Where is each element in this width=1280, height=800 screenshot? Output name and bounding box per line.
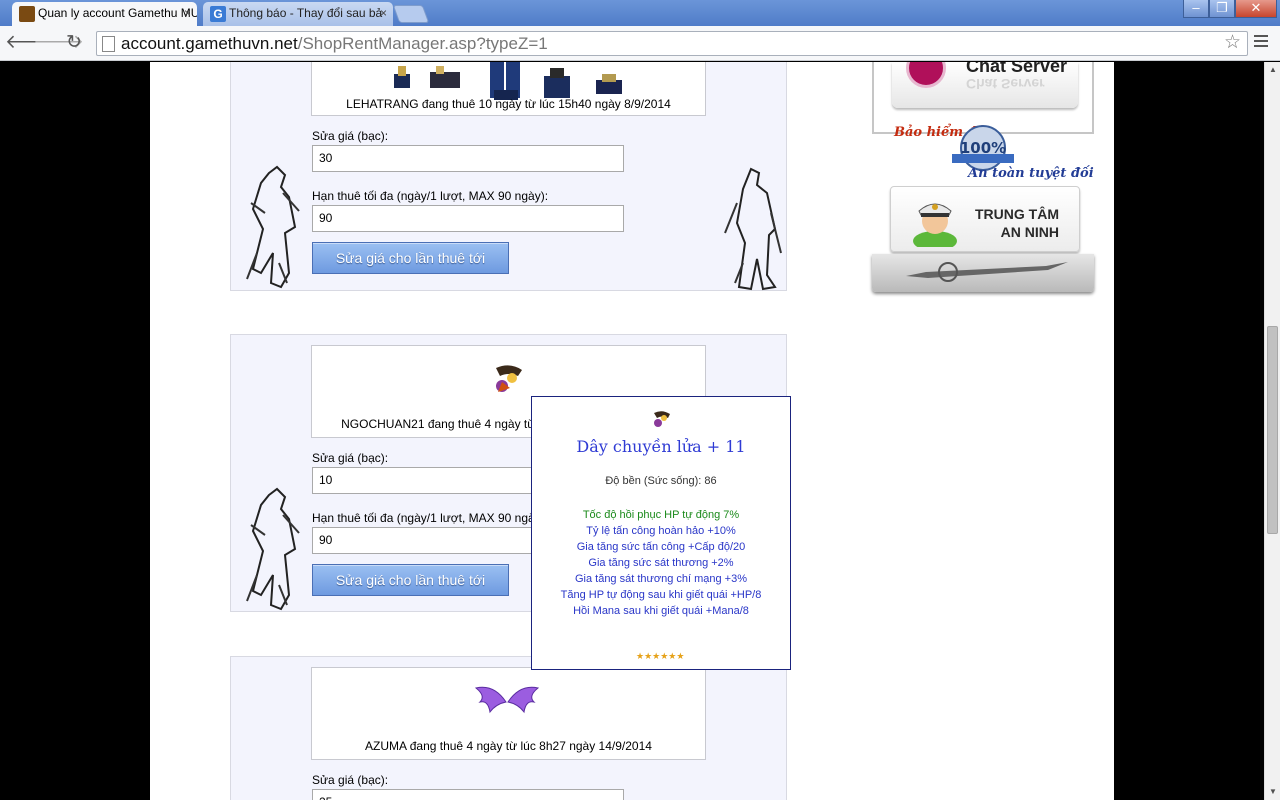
scrollbar-thumb[interactable] — [1267, 326, 1278, 534]
chat-server-label: Chat Server — [966, 62, 1068, 76]
rental-limit-label: Hạn thuê tối đa (ngày/1 lượt, MAX 90 ngà… — [312, 511, 549, 525]
warrior-sketch-left-image — [246, 165, 300, 289]
item-options: Tốc độ hồi phục HP tự động 7% Tỷ lệ tấn … — [532, 507, 790, 619]
item-rating-stars: ★★★★★★ — [636, 651, 685, 661]
item-option: Tốc độ hồi phục HP tự động 7% — [582, 509, 740, 521]
sword-banner — [872, 254, 1094, 292]
reload-icon[interactable]: ↻ — [62, 31, 86, 55]
address-bar[interactable]: account.gamethuvn.net/ShopRentManager.as… — [96, 31, 1248, 56]
item-option: Gia tăng sức tấn công +Cấp độ/20 — [576, 541, 746, 553]
chat-logo-icon — [906, 62, 946, 88]
bookmark-star-icon[interactable]: ☆ — [1224, 31, 1241, 54]
security-center-button[interactable]: TRUNG TÂM AN NINH — [890, 186, 1080, 252]
item-name: Dây chuyền lửa + 11 — [576, 437, 746, 456]
forward-arrow-icon[interactable]: 🡒 — [33, 31, 84, 55]
item-option: Hồi Mana sau khi giết quái +Mana/8 — [573, 605, 749, 617]
price-label: Sửa giá (bạc): — [312, 451, 389, 465]
rental-caption: LEHATRANG đang thuê 10 ngày từ lúc 15h40… — [346, 97, 671, 111]
price-label: Sửa giá (bạc): — [312, 773, 389, 787]
minimize-window-button[interactable]: – — [1183, 0, 1209, 18]
price-input[interactable]: 30 — [312, 145, 624, 172]
rental-box: AZUMA đang thuê 4 ngày từ lúc 8h27 ngày … — [230, 656, 787, 800]
rental-caption: AZUMA đang thuê 4 ngày từ lúc 8h27 ngày … — [365, 739, 652, 753]
update-price-button[interactable]: Sửa giá cho lần thuê tới — [312, 564, 509, 596]
close-tab-icon[interactable]: × — [380, 2, 387, 24]
maximize-window-button[interactable]: ❐ — [1209, 0, 1235, 18]
insurance-subheading: An toàn tuyệt đối — [968, 166, 1094, 181]
wings-item-image — [474, 686, 540, 714]
url-text: account.gamethuvn.net/ShopRentManager.as… — [121, 34, 548, 54]
warrior-sketch-left-image — [246, 487, 300, 611]
close-window-button[interactable]: ✕ — [1235, 0, 1277, 18]
close-tab-icon[interactable]: × — [184, 2, 191, 24]
item-panel: LEHATRANG đang thuê 10 ngày từ lúc 15h40… — [311, 62, 706, 116]
tab-title: Quan ly account Gamethu MU — [38, 6, 197, 20]
new-tab-button[interactable] — [392, 5, 430, 23]
item-option: Gia tăng sức sát thương +2% — [588, 557, 734, 569]
tab-title: Thông báo - Thay đổi sau bả — [229, 6, 383, 20]
url-host: account.gamethuvn.net — [121, 34, 298, 53]
sword-icon — [906, 262, 1068, 282]
armor-set-item-image — [394, 62, 622, 100]
vertical-scrollbar[interactable]: ▲ ▼ — [1264, 62, 1280, 800]
tab-account-manager[interactable]: Quan ly account Gamethu MU × — [12, 2, 197, 26]
page-icon — [102, 36, 115, 52]
tab-announcement[interactable]: G Thông báo - Thay đổi sau bả × — [203, 2, 393, 26]
price-label: Sửa giá (bạc): — [312, 129, 389, 143]
item-option: Tăng HP tự động sau khi giết quái +HP/8 — [560, 589, 762, 601]
browser-toolbar: 🡐 🡒 ↻ account.gamethuvn.net/ShopRentMana… — [0, 26, 1280, 61]
security-center-label: TRUNG TÂM AN NINH — [975, 206, 1059, 240]
update-price-button[interactable]: Sửa giá cho lần thuê tới — [312, 242, 509, 274]
item-durability: Độ bền (Sức sống): 86 — [605, 475, 717, 487]
fire-necklace-item-image — [654, 411, 670, 427]
security-officer-icon — [913, 203, 957, 247]
mu-favicon-icon — [19, 6, 35, 22]
item-tooltip: Dây chuyền lửa + 11 Độ bền (Sức sống): 8… — [531, 396, 791, 670]
tab-strip: Quan ly account Gamethu MU × G Thông báo… — [0, 0, 1280, 26]
scroll-up-arrow-icon[interactable]: ▲ — [1265, 62, 1280, 78]
warrior-sketch-right-image — [724, 167, 782, 291]
price-input[interactable]: 25 — [312, 789, 624, 800]
item-panel: AZUMA đang thuê 4 ngày từ lúc 8h27 ngày … — [311, 667, 706, 760]
item-option: Tỷ lệ tấn công hoàn hảo +10% — [586, 525, 736, 537]
item-option: Gia tăng sát thương chí mạng +3% — [574, 573, 748, 585]
rental-box: LEHATRANG đang thuê 10 ngày từ lúc 15h40… — [230, 62, 787, 291]
fire-necklace-item-image — [496, 365, 522, 392]
guarantee-percent: 100% — [960, 139, 1006, 157]
g-favicon-icon: G — [210, 6, 226, 22]
url-path: /ShopRentManager.asp?typeZ=1 — [297, 34, 548, 53]
scroll-down-arrow-icon[interactable]: ▼ — [1265, 784, 1280, 800]
rental-limit-label: Hạn thuê tối đa (ngày/1 lượt, MAX 90 ngà… — [312, 189, 549, 203]
back-arrow-icon[interactable]: 🡐 — [5, 31, 56, 55]
chat-server-button[interactable]: Chat Server Chat Server — [892, 62, 1078, 108]
rental-limit-input[interactable]: 90 — [312, 205, 624, 232]
chat-server-reflection: Chat Server — [966, 76, 1045, 92]
menu-icon[interactable] — [1254, 35, 1268, 51]
